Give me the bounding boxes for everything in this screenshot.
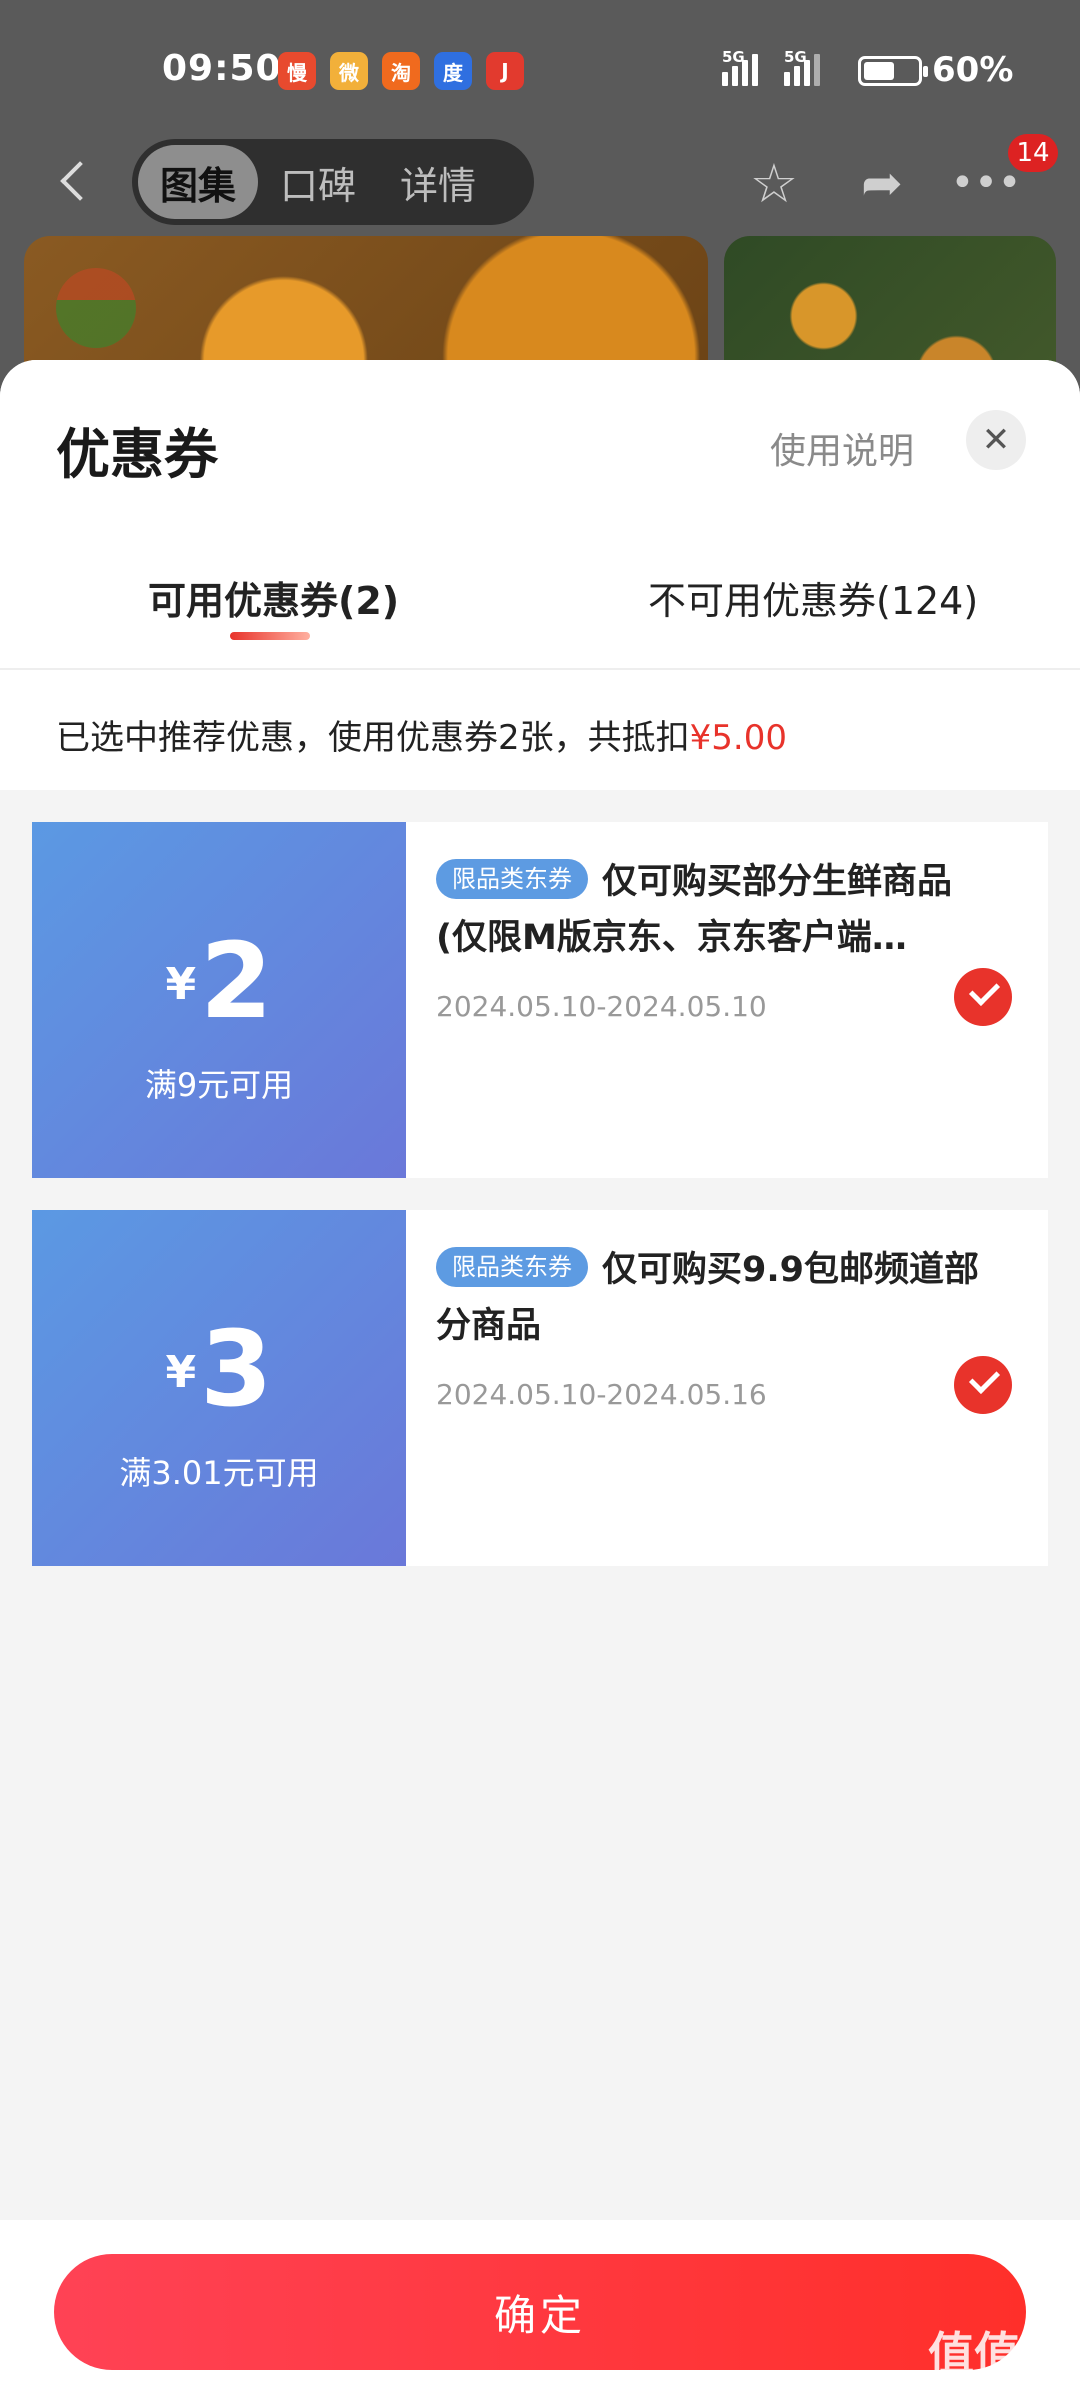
close-icon[interactable]: ✕ — [966, 410, 1026, 470]
coupon-info: 限品类东券 仅可购买9.9包邮频道部分商品 2024.05.10-2024.05.… — [436, 1242, 996, 1411]
coupon-description-block: 限品类东券 仅可购买9.9包邮频道部分商品 — [436, 1242, 996, 1354]
tab-gallery[interactable]: 图集 — [138, 145, 259, 219]
coupon-value: 3 — [200, 1308, 273, 1430]
tab-available-coupons[interactable]: 可用优惠券(2) — [148, 570, 399, 625]
coupon-validity-dates: 2024.05.10-2024.05.16 — [436, 1378, 767, 1411]
signal-2-icon: 5G — [784, 48, 820, 86]
comic-app-icon: 慢 — [278, 52, 316, 90]
status-time: 09:50 — [162, 48, 282, 89]
sheet-footer: 确定 — [0, 2220, 1080, 2400]
coupon-value: 2 — [200, 920, 273, 1042]
jd-icon: J — [486, 52, 524, 90]
shop-logo — [56, 268, 136, 348]
coupon-amount: ¥3 — [32, 1308, 406, 1430]
coupon-value-panel: ¥3 满3.01元可用 — [32, 1210, 406, 1566]
coupon-card[interactable]: ¥2 满9元可用 限品类东券 仅可购买部分生鲜商品(仅限M版京东、京东客户端… 2… — [32, 822, 1048, 1178]
status-bar: 09:50 慢 微 淘 度 J 5G 5G 60% — [0, 0, 1080, 130]
currency-symbol: ¥ — [165, 1347, 197, 1398]
divider — [0, 668, 1080, 670]
signal-1-icon: 5G — [722, 48, 758, 86]
summary-amount: ¥5.00 — [689, 718, 787, 758]
tab-reviews[interactable]: 口碑 — [258, 145, 378, 219]
coupon-description-block: 限品类东券 仅可购买部分生鲜商品(仅限M版京东、京东客户端… — [436, 854, 996, 966]
weibo-icon: 微 — [330, 52, 368, 90]
notification-icons: 慢 微 淘 度 J — [278, 52, 524, 90]
coupon-sheet: 优惠券 使用说明 ✕ 可用优惠券(2) 不可用优惠券(124) 已选中推荐优惠，… — [0, 360, 1080, 2400]
coupon-validity-dates: 2024.05.10-2024.05.10 — [436, 990, 767, 1023]
more-icon[interactable]: ••• — [951, 151, 1022, 215]
currency-symbol: ¥ — [165, 959, 197, 1010]
tab-unavailable-coupons[interactable]: 不可用优惠券(124) — [648, 570, 978, 625]
coupon-condition: 满9元可用 — [144, 1066, 294, 1104]
tab-details[interactable]: 详情 — [378, 145, 498, 219]
battery-percent: 60% — [932, 50, 1014, 90]
coupon-type-tag: 限品类东券 — [436, 1247, 588, 1287]
coupon-type-tag: 限品类东券 — [436, 859, 588, 899]
share-icon[interactable]: ➦ — [850, 151, 914, 215]
battery-icon — [858, 56, 928, 86]
signal-2-label: 5G — [784, 48, 807, 66]
watermark-url: zhizhizhi.com — [930, 2370, 1052, 2391]
selected-check-icon[interactable] — [954, 1356, 1012, 1414]
coupon-amount: ¥2 — [32, 920, 406, 1042]
back-arrow-icon[interactable] — [48, 155, 98, 211]
coupon-card[interactable]: ¥3 满3.01元可用 限品类东券 仅可购买9.9包邮频道部分商品 2024.05… — [32, 1210, 1048, 1566]
coupon-condition: 满3.01元可用 — [119, 1454, 319, 1492]
coupon-info: 限品类东券 仅可购买部分生鲜商品(仅限M版京东、京东客户端… 2024.05.10… — [436, 854, 996, 1023]
active-tab-indicator — [230, 632, 310, 640]
summary-text: 已选中推荐优惠，使用优惠券2张，共抵扣 — [56, 718, 690, 758]
top-nav: 图集 口碑 详情 ☆ ➦ ••• — [0, 135, 1080, 230]
signal-1-label: 5G — [722, 48, 745, 66]
baidu-icon: 度 — [434, 52, 472, 90]
message-count-badge: 14 — [1008, 134, 1058, 172]
coupon-sheet-header: 优惠券 使用说明 ✕ 可用优惠券(2) 不可用优惠券(124) 已选中推荐优惠，… — [0, 360, 1080, 790]
signal-indicators: 5G 5G — [722, 48, 820, 86]
selected-check-icon[interactable] — [954, 968, 1012, 1026]
coupon-value-panel: ¥2 满9元可用 — [32, 822, 406, 1178]
page-tabs: 图集 口碑 详情 — [132, 139, 534, 225]
background-product-page: 09:50 慢 微 淘 度 J 5G 5G 60% 图集 口碑 详情 ☆ ➦ •… — [0, 0, 1080, 400]
confirm-button[interactable]: 确定 — [54, 2254, 1026, 2370]
sheet-title: 优惠券 — [56, 423, 218, 486]
discount-summary: 已选中推荐优惠，使用优惠券2张，共抵扣¥5.00 — [56, 710, 787, 759]
usage-instructions-link[interactable]: 使用说明 — [770, 422, 914, 474]
taobao-icon: 淘 — [382, 52, 420, 90]
star-icon[interactable]: ☆ — [742, 151, 806, 215]
